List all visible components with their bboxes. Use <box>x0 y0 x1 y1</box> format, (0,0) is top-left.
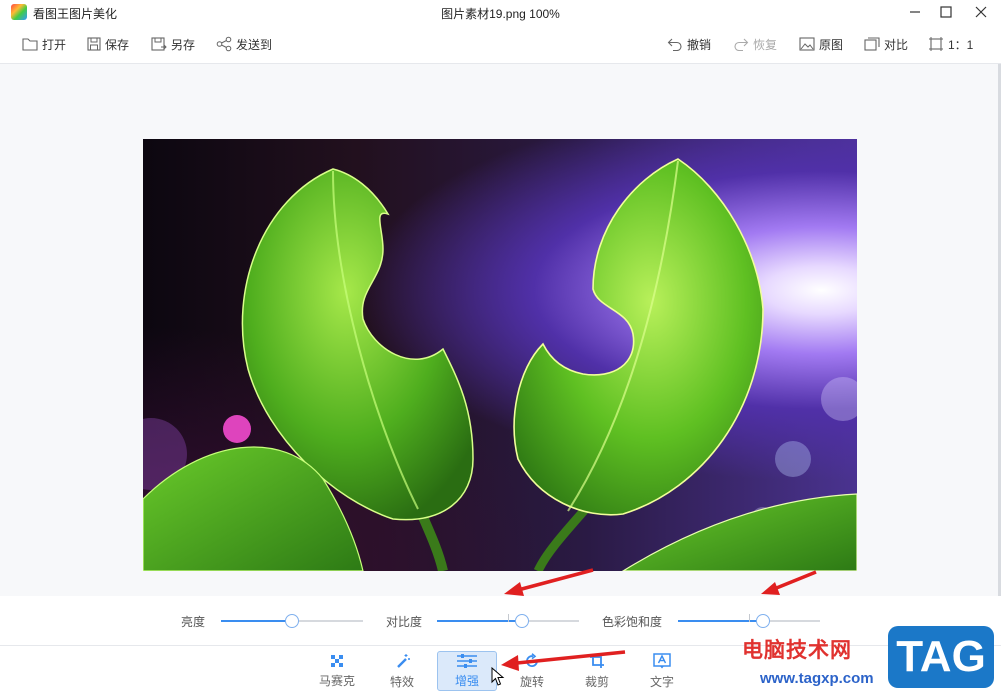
magic-wand-icon <box>397 653 410 668</box>
undo-button[interactable]: 撤销 <box>667 34 711 54</box>
watermark-url: www.tagxp.com <box>760 670 874 687</box>
bokeh-circle <box>223 415 251 443</box>
mouse-cursor-icon <box>491 667 505 686</box>
compare-button[interactable]: 对比 <box>864 34 908 54</box>
title-bar: 看图王图片美化 图片素材19.png 100% <box>0 0 1001 26</box>
contrast-slider-fill <box>437 620 523 622</box>
actual-size-button[interactable]: 1：1 <box>928 34 973 54</box>
contrast-slider-center-tick <box>508 614 509 622</box>
mosaic-icon <box>331 654 343 667</box>
compare-icon <box>864 37 880 51</box>
send-to-label: 发送到 <box>236 37 273 52</box>
bottom-right-leaf <box>621 493 857 571</box>
leaves-image <box>143 158 857 571</box>
enhance-tool-label: 增强 <box>454 673 479 688</box>
contrast-slider[interactable] <box>437 614 579 628</box>
saturation-label: 色彩饱和度 <box>602 615 663 629</box>
undo-icon <box>667 38 682 51</box>
effects-tool-label: 特效 <box>389 674 414 689</box>
crop-tool-label: 裁剪 <box>584 674 609 689</box>
share-icon <box>216 36 232 52</box>
save-as-icon <box>151 37 167 51</box>
document-title: 图片素材19.png 100% <box>441 7 560 21</box>
bokeh-circle <box>821 377 857 421</box>
enhance-tool-button[interactable]: 增强 <box>437 651 497 691</box>
watermark-site-name: 电脑技术网 <box>742 639 852 662</box>
maximize-icon <box>940 6 952 18</box>
compare-label: 对比 <box>884 37 909 52</box>
sliders-icon <box>457 653 477 668</box>
image-editor-window: 看图王图片美化 图片素材19.png 100% 打开 保存 另存 发送到 撤销 … <box>0 0 1001 696</box>
minimize-icon <box>910 11 920 13</box>
send-to-button[interactable]: 发送到 <box>216 34 272 54</box>
mosaic-tool-button[interactable]: 马赛克 <box>307 651 367 691</box>
save-as-button[interactable]: 另存 <box>151 34 195 54</box>
brightness-slider-knob[interactable] <box>285 614 299 628</box>
saturation-slider[interactable] <box>678 614 820 628</box>
rotate-tool-button[interactable]: 旋转 <box>502 651 562 691</box>
main-toolbar: 打开 保存 另存 发送到 撤销 恢复 原图 对比 1：1 <box>0 26 1001 64</box>
save-label: 保存 <box>105 37 130 52</box>
open-button[interactable]: 打开 <box>22 34 66 54</box>
image-icon <box>799 37 815 51</box>
effects-tool-button[interactable]: 特效 <box>372 651 432 691</box>
contrast-slider-knob[interactable] <box>515 614 530 628</box>
mosaic-tool-label: 马赛克 <box>318 673 355 688</box>
bokeh-circle <box>775 441 811 477</box>
redo-label: 恢复 <box>753 37 778 52</box>
minimize-button[interactable] <box>898 0 932 24</box>
folder-icon <box>22 38 38 51</box>
saturation-slider-fill <box>678 620 764 622</box>
crop-tool-button[interactable]: 裁剪 <box>567 651 627 691</box>
undo-label: 撤销 <box>687 37 712 52</box>
saturation-slider-center-tick <box>749 614 750 622</box>
right-leaf <box>513 158 764 516</box>
save-as-label: 另存 <box>171 37 196 52</box>
watermark-tag-logo: TAG <box>888 626 994 688</box>
brightness-label: 亮度 <box>181 615 206 629</box>
open-label: 打开 <box>42 37 67 52</box>
redo-button[interactable]: 恢复 <box>733 34 777 54</box>
contrast-label: 对比度 <box>386 615 423 629</box>
rotate-tool-label: 旋转 <box>519 674 544 689</box>
redo-icon <box>734 38 749 51</box>
save-icon <box>87 37 101 51</box>
actual-size-icon <box>929 37 943 51</box>
brightness-slider[interactable] <box>221 614 363 628</box>
close-button[interactable] <box>964 0 998 24</box>
original-image-button[interactable]: 原图 <box>799 34 843 54</box>
original-image-label: 原图 <box>819 37 844 52</box>
text-icon <box>653 652 671 668</box>
rotate-icon <box>526 652 538 667</box>
image-canvas[interactable] <box>0 64 1001 596</box>
edited-photo <box>143 139 857 571</box>
save-button[interactable]: 保存 <box>87 34 129 54</box>
brightness-slider-fill <box>221 620 292 622</box>
actual-size-label: 1：1 <box>948 37 974 52</box>
crop-icon <box>590 653 604 668</box>
saturation-slider-knob[interactable] <box>756 614 771 628</box>
text-tool-button[interactable]: 文字 <box>632 651 692 691</box>
maximize-button[interactable] <box>929 0 963 24</box>
close-icon <box>975 6 987 18</box>
text-tool-label: 文字 <box>649 674 674 689</box>
